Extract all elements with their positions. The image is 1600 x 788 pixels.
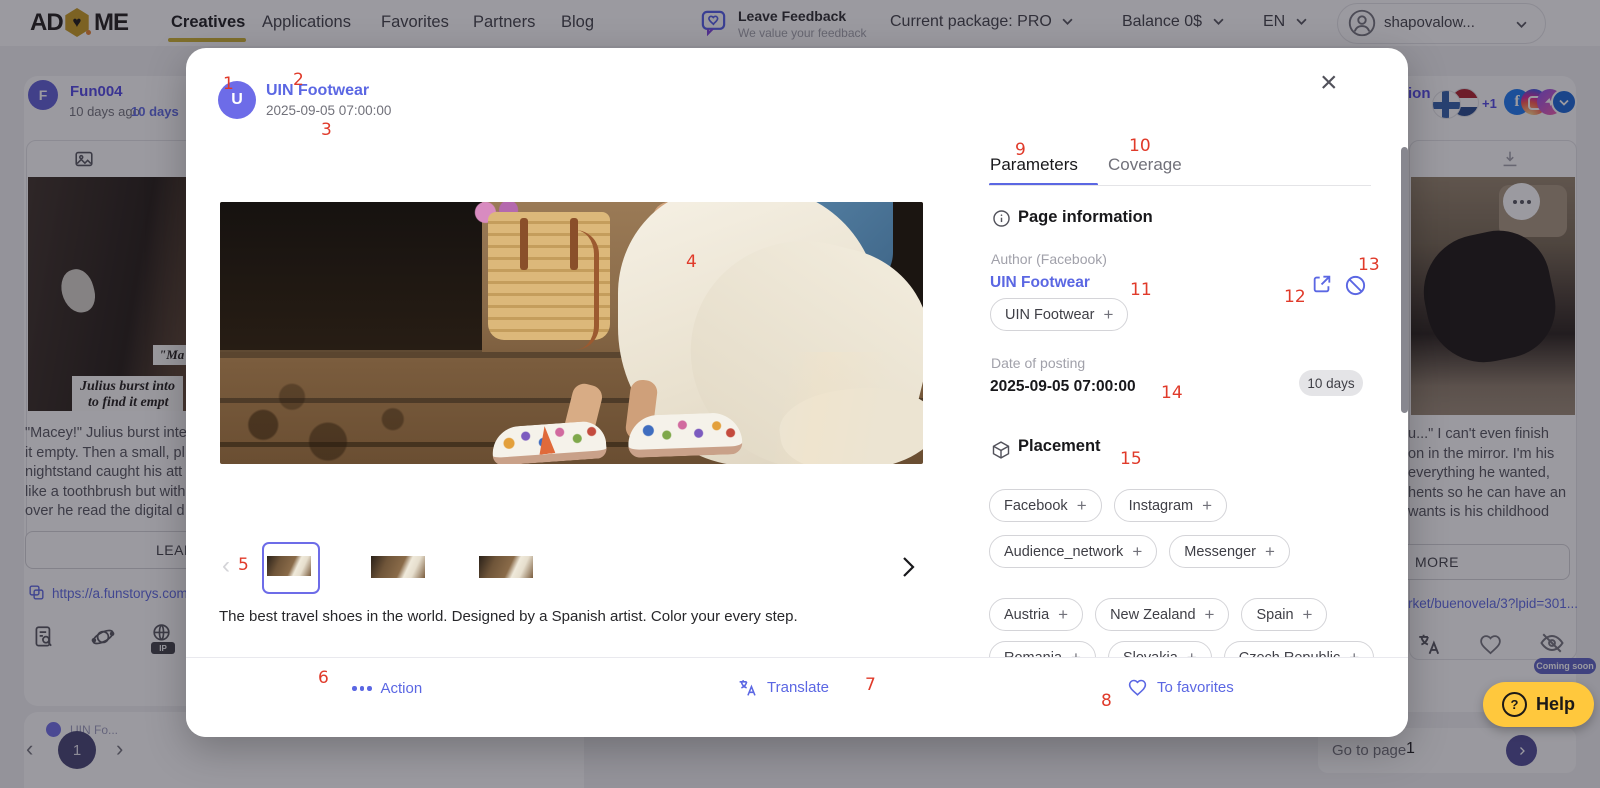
chip-new-zealand[interactable]: New Zealand + [1095,598,1229,631]
external-link-icon[interactable] [1311,273,1333,295]
platform-chips: Facebook + Instagram + Audience_network + M… [989,489,1329,568]
light-streak [750,352,923,464]
author-label: Author (Facebook) [991,251,1107,267]
annotation-8: 8 [1101,691,1112,711]
date-of-posting-label: Date of posting [991,355,1085,371]
placement-box-icon [991,440,1011,460]
chip-label: Messenger [1184,544,1256,560]
annotation-3: 3 [321,120,332,140]
translate-label: Translate [767,679,829,696]
to-favorites-button[interactable]: To favorites [1127,677,1234,698]
add-filter-plus[interactable]: + [1103,306,1113,323]
chip-label: Spain [1256,607,1293,623]
favorites-label: To favorites [1157,679,1234,696]
annotation-1: 1 [223,74,234,94]
thumbnail-3[interactable] [479,556,533,578]
author-page-link[interactable]: UIN Footwear [990,274,1090,292]
author-filter-chip[interactable]: UIN Footwear + [990,298,1128,331]
modal-author-link[interactable]: UIN Footwear [266,82,369,100]
chip-spain[interactable]: Spain + [1241,598,1327,631]
creative-details-modal: U UIN Footwear 2025-09-05 07:00:00 × [186,48,1408,737]
tab-coverage[interactable]: Coverage [1108,155,1182,175]
tabs-divider [989,185,1371,186]
annotation-6: 6 [318,668,329,688]
screen: AD ♥ ME Creatives Applications Favorites… [0,0,1600,788]
creative-caption: The best travel shoes in the world. Desi… [219,608,939,625]
action-dots-icon [352,686,372,691]
age-badge: 10 days [1299,370,1363,396]
help-button[interactable]: ? Help [1483,682,1594,727]
annotation-15: 15 [1120,449,1142,469]
chip-label: Austria [1004,607,1049,623]
annotation-4: 4 [686,252,697,272]
annotation-12: 12 [1284,287,1306,307]
annotation-9: 9 [1015,140,1026,160]
chip-label: Instagram [1129,498,1193,514]
chip-instagram[interactable]: Instagram + [1114,489,1227,522]
chip-facebook[interactable]: Facebook + [989,489,1102,522]
add-filter-plus[interactable]: + [1132,543,1142,560]
modal-datetime: 2025-09-05 07:00:00 [266,103,391,118]
storefront-dark-left [220,202,482,355]
thumbnail-selected-frame[interactable] [262,542,320,594]
action-label: Action [381,680,423,697]
help-label: Help [1536,694,1575,715]
creative-main-image[interactable] [220,202,923,464]
chip-label: UIN Footwear [1005,307,1094,323]
thumbnail-1[interactable] [267,556,311,576]
add-filter-plus[interactable]: + [1265,543,1275,560]
question-mark-icon: ? [1502,692,1527,717]
add-filter-plus[interactable]: + [1303,606,1313,623]
annotation-5: 5 [238,555,249,575]
annotation-7: 7 [865,675,876,695]
placement-heading: Placement [1018,437,1101,456]
add-filter-plus[interactable]: + [1202,497,1212,514]
chip-label: New Zealand [1110,607,1195,623]
modal-scrollbar-thumb[interactable] [1401,147,1408,413]
annotation-2: 2 [293,70,304,90]
heart-icon [1127,677,1148,698]
block-page-icon[interactable] [1344,274,1367,297]
action-button[interactable]: Action [352,680,422,697]
add-filter-plus[interactable]: + [1077,497,1087,514]
close-button[interactable]: × [1320,68,1338,98]
info-icon [992,209,1011,228]
date-of-posting-value: 2025-09-05 07:00:00 [990,378,1136,396]
translate-button[interactable]: Translate [737,677,829,698]
thumbnail-2[interactable] [371,556,425,578]
annotation-13: 13 [1358,255,1380,275]
add-filter-plus[interactable]: + [1205,606,1215,623]
carousel-next-chevron[interactable] [900,555,916,579]
chip-audience-network[interactable]: Audience_network + [989,535,1157,568]
chip-messenger[interactable]: Messenger + [1169,535,1290,568]
translate-icon [737,677,758,698]
tab-parameters[interactable]: Parameters [990,155,1078,175]
page-information-heading: Page information [1018,208,1153,227]
add-filter-plus[interactable]: + [1058,606,1068,623]
floral-shoe-right [627,412,742,458]
chip-label: Audience_network [1004,544,1123,560]
annotation-10: 10 [1129,136,1151,156]
country-chips: Austria + New Zealand + Spain + [989,598,1327,631]
bag-handle [550,230,599,350]
bag-strap-left [520,218,528,270]
carousel-prev-chevron[interactable]: ‹ [222,552,230,580]
modal-footer: Action Translate To favorites [186,657,1408,737]
chip-austria[interactable]: Austria + [989,598,1083,631]
chip-label: Facebook [1004,498,1068,514]
annotation-11: 11 [1130,280,1152,300]
annotation-14: 14 [1161,383,1183,403]
